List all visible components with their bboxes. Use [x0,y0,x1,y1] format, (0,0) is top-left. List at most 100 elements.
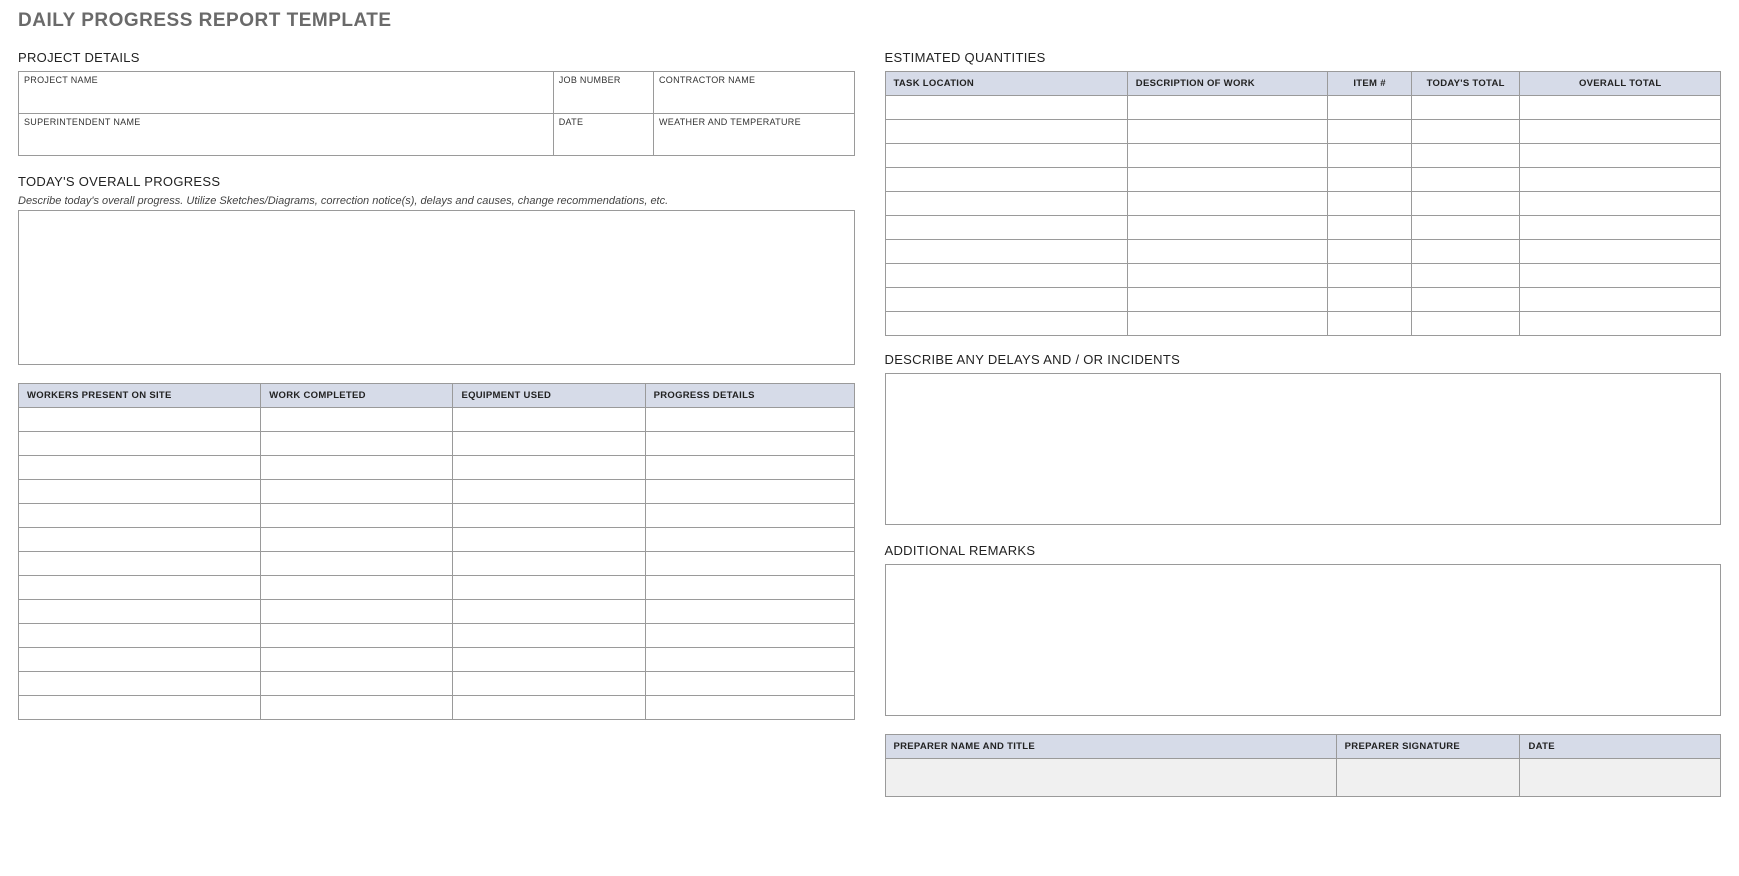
table-cell[interactable] [1411,120,1520,144]
remarks-textarea[interactable] [885,564,1722,716]
progress-textarea[interactable] [18,210,855,365]
table-cell[interactable] [1127,168,1328,192]
table-cell[interactable] [1520,312,1721,336]
table-cell[interactable] [1328,312,1412,336]
table-cell[interactable] [885,216,1127,240]
table-cell[interactable] [885,168,1127,192]
table-cell[interactable] [885,120,1127,144]
table-cell[interactable] [885,312,1127,336]
table-cell[interactable] [1520,96,1721,120]
table-cell[interactable] [453,624,645,648]
table-cell[interactable] [1411,264,1520,288]
table-cell[interactable] [19,600,261,624]
table-cell[interactable] [19,552,261,576]
table-cell[interactable] [1127,120,1328,144]
table-cell[interactable] [1127,264,1328,288]
table-cell[interactable] [1127,96,1328,120]
table-cell[interactable] [19,648,261,672]
table-cell[interactable] [453,552,645,576]
table-cell[interactable] [19,504,261,528]
field-preparer-signature[interactable] [1336,759,1520,797]
table-cell[interactable] [453,432,645,456]
table-cell[interactable] [1520,144,1721,168]
table-cell[interactable] [19,672,261,696]
table-cell[interactable] [453,600,645,624]
table-cell[interactable] [453,408,645,432]
table-cell[interactable] [261,456,453,480]
table-cell[interactable] [19,576,261,600]
table-cell[interactable] [645,576,854,600]
table-cell[interactable] [19,624,261,648]
table-cell[interactable] [453,648,645,672]
table-cell[interactable] [1411,288,1520,312]
table-cell[interactable] [19,456,261,480]
table-cell[interactable] [1411,192,1520,216]
field-job-number[interactable] [554,85,653,113]
table-cell[interactable] [261,600,453,624]
table-cell[interactable] [1520,240,1721,264]
table-cell[interactable] [645,528,854,552]
table-cell[interactable] [1520,288,1721,312]
table-cell[interactable] [19,528,261,552]
table-cell[interactable] [1328,288,1412,312]
table-cell[interactable] [1127,216,1328,240]
table-cell[interactable] [261,408,453,432]
table-cell[interactable] [1127,240,1328,264]
field-contractor-name[interactable] [654,85,854,113]
table-cell[interactable] [19,696,261,720]
table-cell[interactable] [1328,144,1412,168]
table-cell[interactable] [453,504,645,528]
table-cell[interactable] [19,408,261,432]
table-cell[interactable] [19,480,261,504]
table-cell[interactable] [453,696,645,720]
table-cell[interactable] [1328,120,1412,144]
field-superintendent-name[interactable] [19,127,553,155]
table-cell[interactable] [19,432,261,456]
table-cell[interactable] [645,504,854,528]
table-cell[interactable] [1520,168,1721,192]
table-cell[interactable] [261,528,453,552]
table-cell[interactable] [261,624,453,648]
table-cell[interactable] [645,648,854,672]
table-cell[interactable] [453,576,645,600]
table-cell[interactable] [885,288,1127,312]
table-cell[interactable] [645,432,854,456]
table-cell[interactable] [1411,96,1520,120]
table-cell[interactable] [261,432,453,456]
table-cell[interactable] [1411,216,1520,240]
table-cell[interactable] [1127,144,1328,168]
table-cell[interactable] [645,600,854,624]
table-cell[interactable] [261,648,453,672]
table-cell[interactable] [645,672,854,696]
field-project-name[interactable] [19,85,553,113]
table-cell[interactable] [261,672,453,696]
table-cell[interactable] [1328,264,1412,288]
table-cell[interactable] [1328,216,1412,240]
table-cell[interactable] [1411,240,1520,264]
table-cell[interactable] [645,624,854,648]
table-cell[interactable] [1520,120,1721,144]
table-cell[interactable] [885,192,1127,216]
table-cell[interactable] [1520,192,1721,216]
table-cell[interactable] [645,456,854,480]
field-weather[interactable] [654,127,854,155]
table-cell[interactable] [1127,192,1328,216]
table-cell[interactable] [1127,288,1328,312]
table-cell[interactable] [1328,96,1412,120]
table-cell[interactable] [645,480,854,504]
table-cell[interactable] [885,144,1127,168]
table-cell[interactable] [645,696,854,720]
field-date[interactable] [554,127,653,155]
table-cell[interactable] [1411,144,1520,168]
table-cell[interactable] [1520,216,1721,240]
table-cell[interactable] [1411,168,1520,192]
table-cell[interactable] [261,696,453,720]
table-cell[interactable] [645,408,854,432]
table-cell[interactable] [261,504,453,528]
table-cell[interactable] [261,552,453,576]
table-cell[interactable] [885,264,1127,288]
delays-textarea[interactable] [885,373,1722,525]
table-cell[interactable] [885,96,1127,120]
field-preparer-name[interactable] [885,759,1336,797]
table-cell[interactable] [453,528,645,552]
